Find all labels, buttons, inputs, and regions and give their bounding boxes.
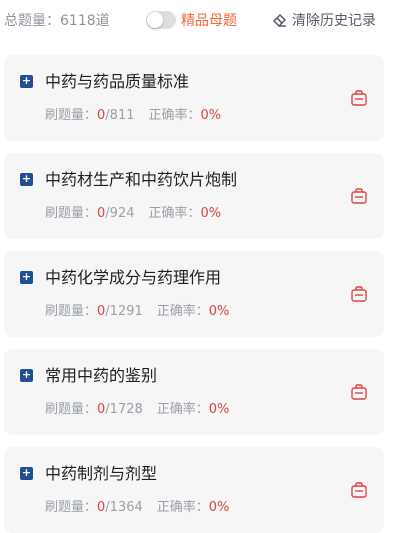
chapter-card[interactable]: + 中药与药品质量标准 刷题量：0/811 正确率：0%	[4, 55, 384, 141]
bag-icon[interactable]	[350, 481, 368, 499]
plus-square-icon[interactable]: +	[20, 173, 33, 186]
rate-label: 正确率：	[156, 304, 209, 319]
total-label: 总题量：	[4, 13, 60, 29]
chapter-title[interactable]: 中药材生产和中药饮片炮制	[45, 166, 237, 190]
done-label: 刷题量：	[45, 108, 98, 123]
total-questions: /924	[105, 206, 135, 221]
chapter-card[interactable]: + 中药化学成分与药理作用 刷题量：0/1291 正确率：0%	[4, 251, 384, 337]
done-label: 刷题量：	[45, 304, 98, 319]
plus-square-icon[interactable]: +	[20, 271, 33, 284]
total-questions: /1291	[105, 304, 143, 319]
rate-label: 正确率：	[148, 206, 201, 221]
rate-label: 正确率：	[156, 500, 209, 515]
plus-square-icon[interactable]: +	[20, 369, 33, 382]
chapter-title[interactable]: 中药制剂与剂型	[45, 460, 157, 484]
total-questions: /811	[105, 108, 135, 123]
chapter-stats: 刷题量：0/811 正确率：0%	[45, 104, 221, 123]
plus-square-icon[interactable]: +	[20, 75, 33, 88]
chapter-title[interactable]: 常用中药的鉴别	[45, 362, 157, 386]
done-label: 刷题量：	[45, 500, 98, 515]
bag-icon[interactable]	[350, 89, 368, 107]
accuracy-rate: 0%	[200, 206, 222, 221]
accuracy-rate: 0%	[208, 304, 230, 319]
toggle-switch[interactable]	[146, 11, 176, 29]
bag-icon[interactable]	[350, 187, 368, 205]
rate-label: 正确率：	[148, 108, 201, 123]
total-value: 6118道	[60, 13, 110, 29]
chapter-stats: 刷题量：0/1728 正确率：0%	[45, 398, 229, 417]
plus-square-icon[interactable]: +	[20, 467, 33, 480]
total-count: 总题量：6118道	[4, 10, 110, 30]
chapter-card[interactable]: + 中药制剂与剂型 刷题量：0/1364 正确率：0%	[4, 447, 384, 533]
clear-history-label[interactable]: 清除历史记录	[292, 10, 376, 30]
chapter-stats: 刷题量：0/924 正确率：0%	[45, 202, 221, 221]
accuracy-rate: 0%	[200, 108, 222, 123]
bag-icon[interactable]	[350, 285, 368, 303]
toggle-knob	[147, 12, 163, 28]
premium-toggle[interactable]: 精品母题	[146, 10, 237, 30]
bag-icon[interactable]	[350, 383, 368, 401]
chapter-stats: 刷题量：0/1364 正确率：0%	[45, 496, 229, 515]
top-bar: 总题量：6118道 精品母题 清除历史记录	[0, 0, 393, 40]
rate-label: 正确率：	[156, 402, 209, 417]
chapter-stats: 刷题量：0/1291 正确率：0%	[45, 300, 229, 319]
toggle-label[interactable]: 精品母题	[181, 10, 237, 30]
accuracy-rate: 0%	[208, 402, 230, 417]
total-questions: /1364	[105, 500, 143, 515]
eraser-icon	[272, 13, 287, 28]
chapter-title[interactable]: 中药化学成分与药理作用	[45, 264, 221, 288]
total-questions: /1728	[105, 402, 143, 417]
chapter-title[interactable]: 中药与药品质量标准	[45, 68, 189, 92]
clear-history-button[interactable]: 清除历史记录	[272, 10, 376, 30]
chapter-card[interactable]: + 常用中药的鉴别 刷题量：0/1728 正确率：0%	[4, 349, 384, 435]
done-label: 刷题量：	[45, 402, 98, 417]
chapter-card[interactable]: + 中药材生产和中药饮片炮制 刷题量：0/924 正确率：0%	[4, 153, 384, 239]
done-label: 刷题量：	[45, 206, 98, 221]
accuracy-rate: 0%	[208, 500, 230, 515]
